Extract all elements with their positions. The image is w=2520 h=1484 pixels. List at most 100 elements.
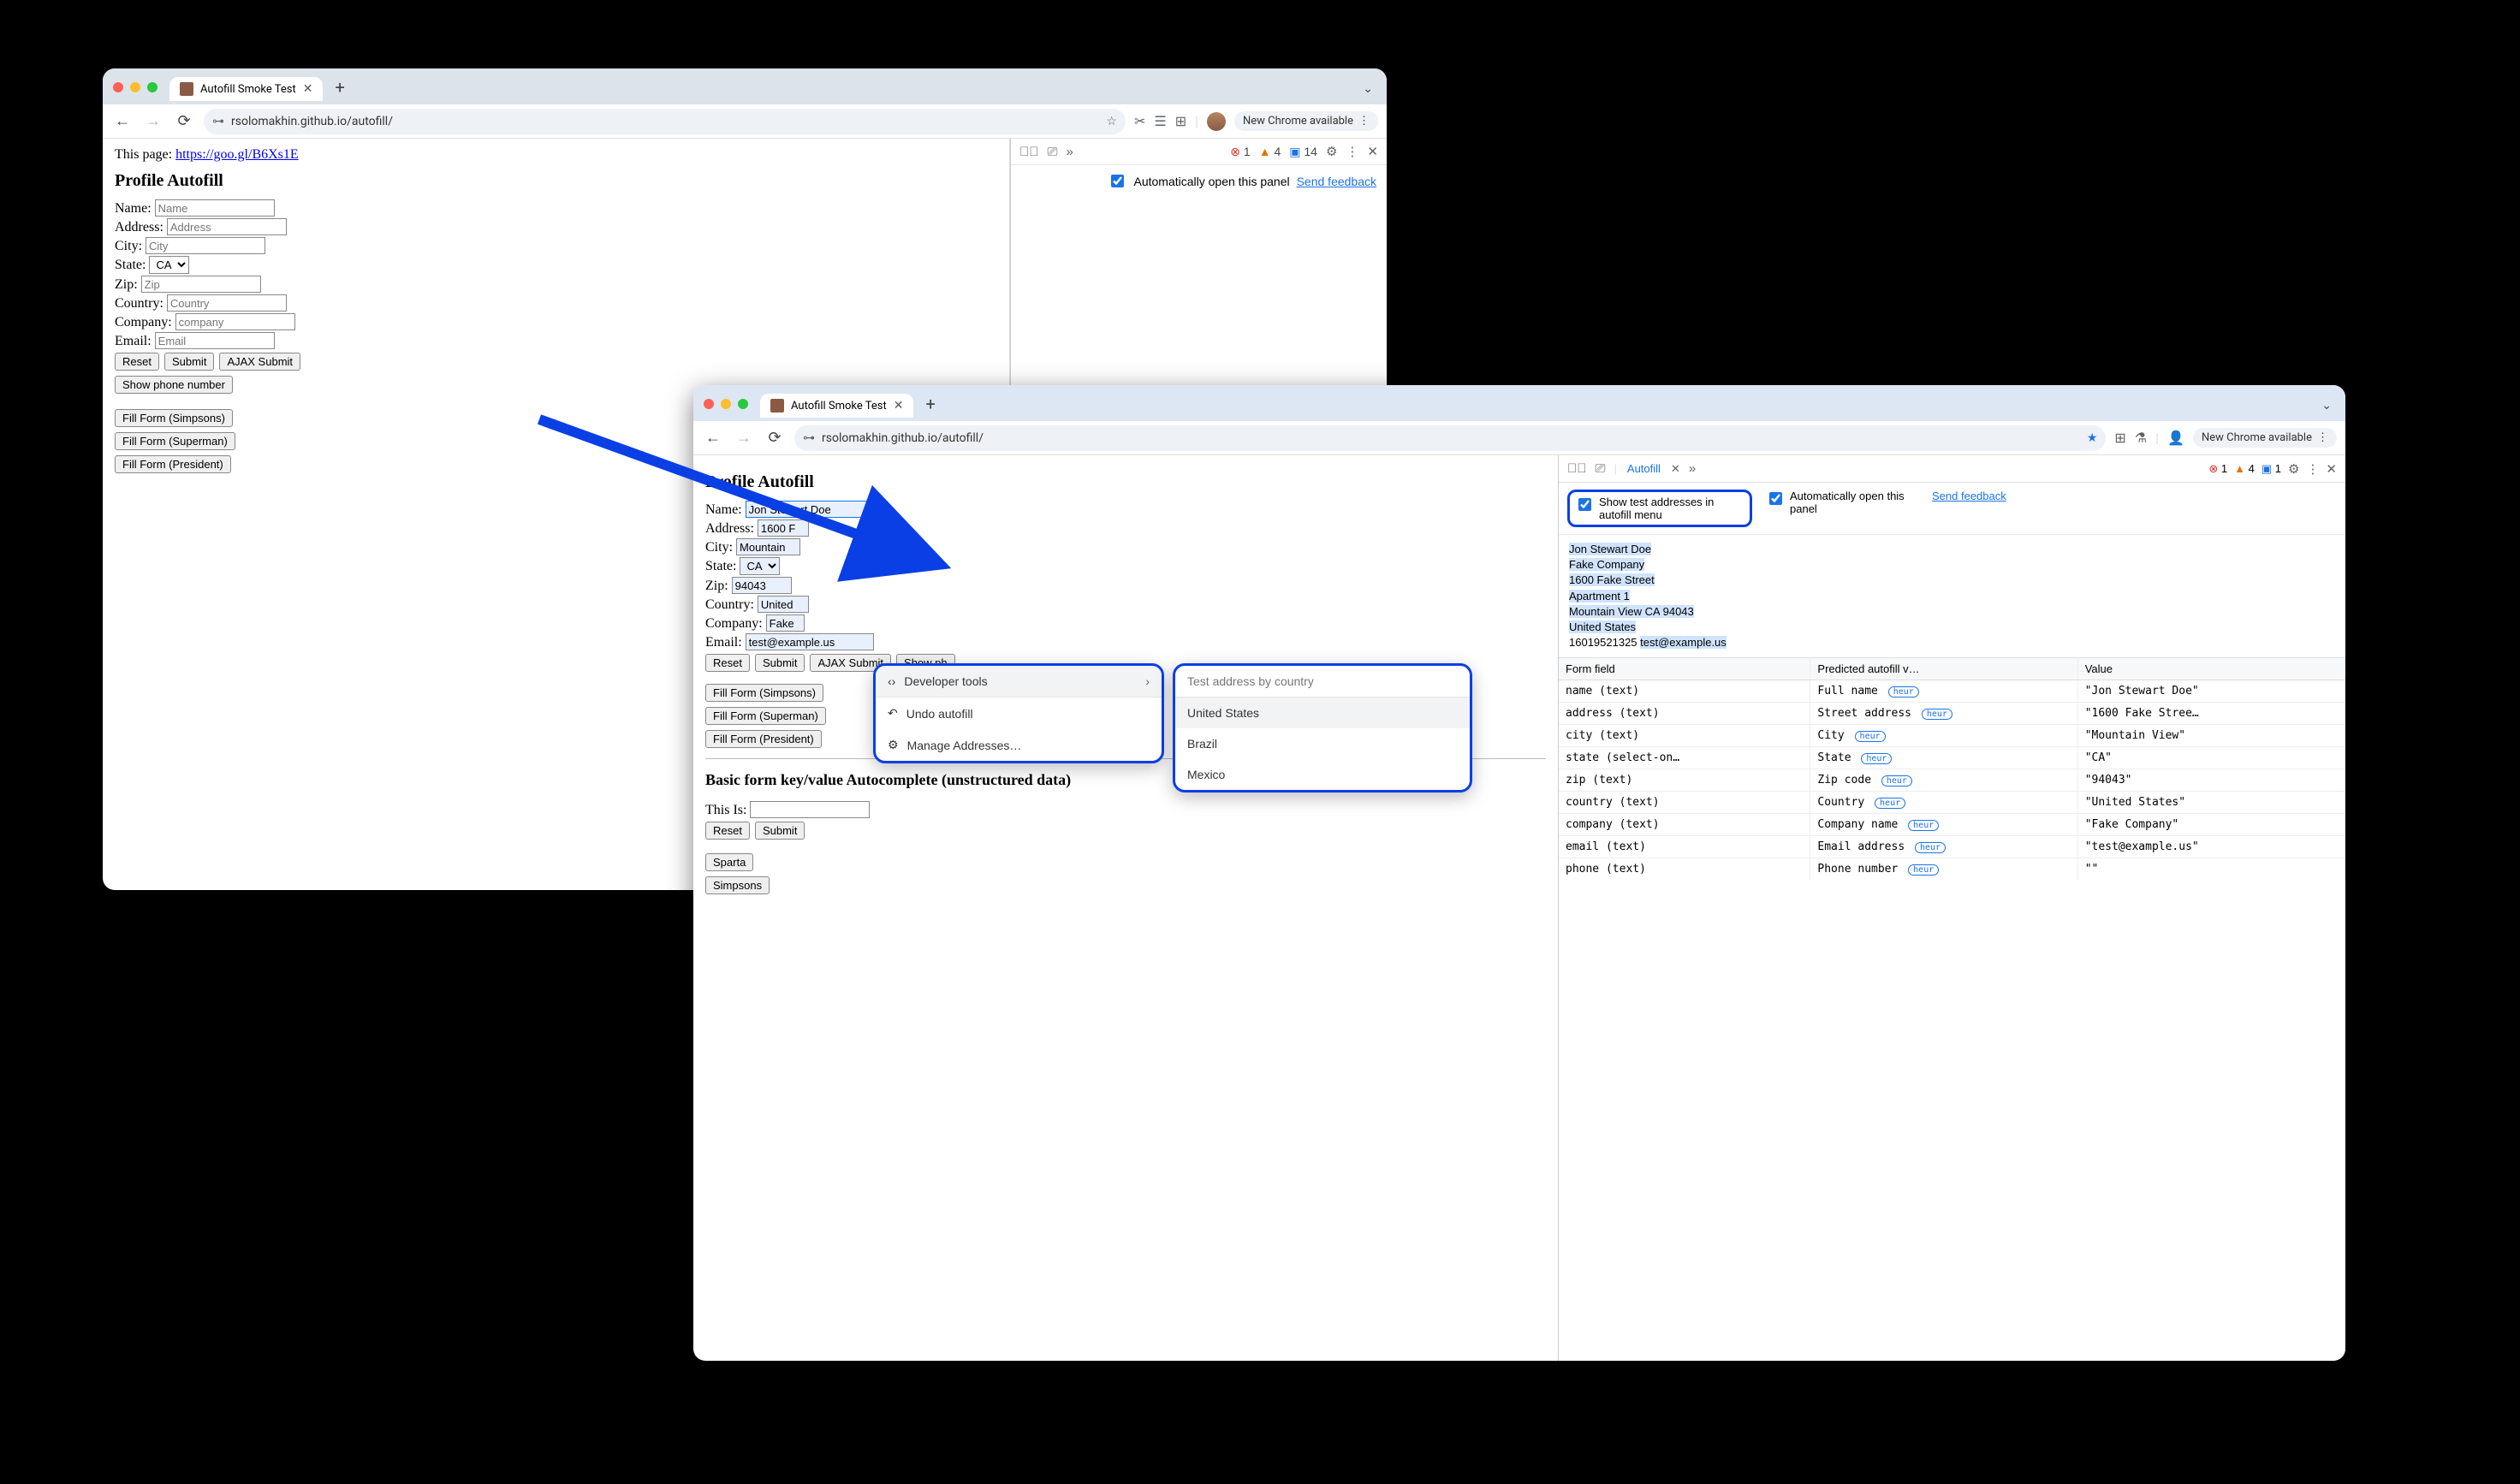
inspect-icon[interactable]: �⃞ — [1567, 461, 1587, 476]
table-row[interactable]: city (text)City heur"Mountain View" — [1559, 725, 2345, 747]
country-br[interactable]: Brazil — [1175, 728, 1470, 759]
address-input[interactable] — [167, 218, 287, 235]
labs-flask-icon[interactable]: ⚗ — [2135, 430, 2147, 446]
close-devtools-icon[interactable]: ✕ — [1367, 144, 1378, 159]
country-mx[interactable]: Mexico — [1175, 759, 1470, 790]
ctx-undo-autofill[interactable]: ↶ Undo autofill — [876, 697, 1162, 729]
info-count[interactable]: ▣ 14 — [1289, 145, 1317, 159]
fill-president-button[interactable]: Fill Form (President) — [705, 730, 822, 748]
new-chrome-chip[interactable]: New Chrome available ⋮ — [2193, 428, 2337, 448]
close-tab-icon[interactable]: ✕ — [1671, 462, 1680, 476]
submit2-button[interactable]: Submit — [755, 822, 805, 840]
email-input[interactable] — [746, 633, 874, 650]
show-test-addresses-checkbox[interactable] — [1578, 498, 1591, 511]
device-toggle-icon[interactable]: ⎚ — [1596, 461, 1606, 476]
ajax-submit-button[interactable]: AJAX Submit — [219, 353, 300, 371]
table-row[interactable]: address (text)Street address heur"1600 F… — [1559, 703, 2345, 725]
gear-icon[interactable]: ⚙ — [1326, 144, 1337, 159]
scissors-icon[interactable]: ✂ — [1134, 113, 1145, 129]
close-window-icon[interactable] — [113, 82, 123, 92]
table-row[interactable]: zip (text)Zip code heur"94043" — [1559, 769, 2345, 792]
new-tab-button[interactable]: + — [330, 77, 349, 101]
new-chrome-chip[interactable]: New Chrome available ⋮ — [1234, 111, 1378, 131]
kebab-menu-icon[interactable]: ⋮ — [1358, 115, 1370, 128]
warning-count[interactable]: ▲ 4 — [1259, 145, 1281, 158]
site-settings-icon[interactable]: ⊶ — [212, 115, 224, 128]
maximize-window-icon[interactable] — [147, 82, 158, 92]
auto-open-checkbox[interactable] — [1769, 492, 1782, 505]
page-url-link[interactable]: https://goo.gl/B6Xs1E — [175, 147, 299, 162]
reset-button[interactable]: Reset — [705, 654, 750, 672]
submit-button[interactable]: Submit — [755, 654, 805, 672]
table-row[interactable]: email (text)Email address heur"test@exam… — [1559, 836, 2345, 858]
extensions-puzzle-icon[interactable]: ⊞ — [1175, 113, 1186, 129]
sparta-button[interactable]: Sparta — [705, 853, 753, 871]
name-input[interactable] — [155, 199, 275, 217]
info-count[interactable]: ▣ 1 — [2261, 462, 2281, 476]
kebab-menu-icon[interactable]: ⋮ — [2317, 431, 2328, 444]
address-bar[interactable]: ⊶ rsolomakhin.github.io/autofill/ ☆ — [204, 109, 1126, 134]
country-input[interactable] — [167, 294, 287, 312]
col-predicted[interactable]: Predicted autofill v… — [1810, 658, 2077, 680]
toolbar-actions: ⊞ ⚗ | 👤 New Chrome available ⋮ — [2114, 428, 2337, 448]
submit-button[interactable]: Submit — [164, 353, 214, 371]
tabs-dropdown-icon[interactable]: ⌄ — [2313, 395, 2340, 416]
fill-president-button[interactable]: Fill Form (President) — [115, 455, 231, 473]
thisis-input[interactable] — [750, 801, 870, 818]
col-value[interactable]: Value — [2077, 658, 2345, 680]
error-count[interactable]: ⊗ 1 — [1230, 145, 1250, 159]
auto-open-checkbox[interactable] — [1111, 175, 1124, 187]
back-button[interactable]: ← — [111, 112, 134, 130]
country-dropdown: Test address by country United States Br… — [1173, 663, 1472, 792]
fill-simpsons-button[interactable]: Fill Form (Simpsons) — [115, 409, 233, 427]
send-feedback-link[interactable]: Send feedback — [1932, 490, 2006, 527]
kebab-icon[interactable]: ⋮ — [1346, 144, 1358, 159]
reload-button[interactable]: ⟳ — [173, 112, 195, 130]
extension-icon[interactable]: ☰ — [1154, 113, 1166, 129]
device-toggle-icon[interactable]: ⎚ — [1048, 145, 1058, 159]
table-row[interactable]: phone (text)Phone number heur"" — [1559, 858, 2345, 881]
country-us[interactable]: United States — [1175, 697, 1470, 728]
fill-simpsons-button[interactable]: Fill Form (Simpsons) — [705, 684, 823, 702]
inspect-icon[interactable]: �⃞ — [1019, 145, 1039, 159]
fill-superman-button[interactable]: Fill Form (Superman) — [705, 707, 826, 725]
more-tabs-icon[interactable]: » — [1067, 145, 1073, 159]
address-bar[interactable]: ⊶ rsolomakhin.github.io/autofill/ ★ — [794, 425, 2106, 451]
company-input[interactable] — [766, 614, 805, 632]
minimize-window-icon[interactable] — [130, 82, 140, 92]
warning-count[interactable]: ▲ 4 — [2234, 462, 2255, 475]
email-input[interactable] — [155, 332, 275, 349]
profile-avatar-icon[interactable]: 👤 — [2167, 430, 2184, 446]
autofill-tab[interactable]: Autofill — [1626, 459, 1662, 478]
table-row[interactable]: state (select-on…State heur"CA" — [1559, 747, 2345, 769]
profile-avatar[interactable] — [1207, 112, 1226, 131]
browser-tab[interactable]: Autofill Smoke Test ✕ — [169, 77, 323, 101]
simpsons-button[interactable]: Simpsons — [705, 876, 770, 894]
table-row[interactable]: name (text)Full name heur"Jon Stewart Do… — [1559, 680, 2345, 703]
cell-value: "Mountain View" — [2077, 725, 2345, 747]
tabs-dropdown-icon[interactable]: ⌄ — [1354, 79, 1382, 99]
company-input[interactable] — [175, 313, 295, 330]
ctx-manage-addresses[interactable]: ⚙ Manage Addresses… — [876, 729, 1162, 761]
reset-button[interactable]: Reset — [115, 353, 159, 371]
show-phone-button[interactable]: Show phone number — [115, 376, 233, 394]
bookmark-star-icon[interactable]: ☆ — [1106, 115, 1117, 128]
table-row[interactable]: company (text)Company name heur"Fake Com… — [1559, 814, 2345, 836]
reset2-button[interactable]: Reset — [705, 822, 750, 840]
city-input[interactable] — [146, 237, 265, 254]
table-row[interactable]: country (text)Country heur"United States… — [1559, 792, 2345, 814]
error-count[interactable]: ⊗ 1 — [2208, 462, 2227, 476]
kebab-icon[interactable]: ⋮ — [2306, 461, 2319, 477]
close-tab-icon[interactable]: ✕ — [303, 82, 313, 96]
close-devtools-icon[interactable]: ✕ — [2326, 461, 2337, 477]
send-feedback-link[interactable]: Send feedback — [1297, 175, 1376, 188]
state-select[interactable]: CA — [149, 256, 189, 274]
ctx-developer-tools[interactable]: ‹› Developer tools › — [876, 666, 1162, 697]
gear-icon[interactable]: ⚙ — [2288, 461, 2299, 477]
extensions-puzzle-icon[interactable]: ⊞ — [2114, 430, 2125, 446]
more-tabs-icon[interactable]: » — [1689, 461, 1696, 476]
fill-superman-button[interactable]: Fill Form (Superman) — [115, 432, 235, 450]
bookmark-star-icon[interactable]: ★ — [2087, 431, 2098, 445]
zip-input[interactable] — [141, 276, 261, 293]
col-form-field[interactable]: Form field — [1559, 658, 1810, 680]
